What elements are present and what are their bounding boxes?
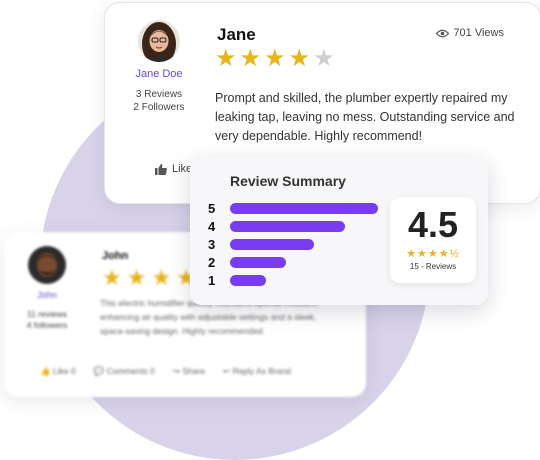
summary-title: Review Summary (230, 173, 346, 189)
eye-icon (436, 29, 450, 37)
follower-count: 2 Followers (133, 102, 185, 113)
rating-bar (230, 274, 266, 286)
rating-bar (230, 220, 345, 232)
review-title: John (102, 250, 129, 262)
like-button[interactable]: Like (155, 163, 192, 175)
rating-row-5: 5 (208, 199, 378, 217)
star-rating: ★ ★ ★ ★ ★ (215, 47, 335, 71)
rating-row-2: 2 (208, 253, 378, 271)
star-icon: ★ (239, 45, 262, 72)
rating-bar (230, 202, 378, 214)
avatar[interactable] (28, 246, 66, 284)
rating-label: 4 (208, 218, 216, 234)
view-count: 701 Views (436, 27, 504, 39)
follower-count: 4 followers (26, 320, 68, 330)
rating-bar (230, 238, 314, 250)
star-icon: ★ (151, 265, 172, 290)
reviewer-stats: 3 Reviews 2 Followers (115, 88, 203, 114)
star-icon: ★ (288, 45, 311, 72)
review-total: 15 - Reviews (409, 262, 457, 271)
rating-row-4: 4 (208, 217, 378, 235)
rating-label: 3 (208, 236, 216, 252)
review-actions: 👍 Like 0 💬 Comments 0 ↪ Share ↩ Reply As… (40, 366, 291, 377)
average-rating-box: 4.5 ★★★★½ 15 - Reviews (390, 197, 476, 283)
average-rating: 4.5 (407, 204, 459, 245)
rating-row-3: 3 (208, 235, 378, 253)
review-title: Jane (217, 25, 256, 44)
rating-row-1: 1 (208, 271, 378, 289)
rating-distribution: 5 4 3 2 1 (208, 199, 378, 289)
reviewer-name[interactable]: Jane Doe (115, 68, 203, 80)
thumbs-up-icon (155, 163, 167, 175)
reviewer-stats: 11 reviews 4 followers (4, 309, 90, 331)
review-count: 11 reviews (27, 309, 67, 319)
review-text: Prompt and skilled, the plumber expertly… (215, 91, 515, 143)
review-count: 3 Reviews (135, 89, 183, 100)
star-icon: ★ (264, 45, 286, 72)
rating-label: 1 (208, 272, 216, 288)
share-button[interactable]: ↪ Share (173, 366, 205, 377)
avatar[interactable] (138, 20, 180, 62)
star-icon: ★ (126, 265, 147, 290)
star-icon: ★ (102, 265, 122, 290)
review-summary-panel: Review Summary 5 4 3 2 1 4.5 ★★★★½ 15 - Revi… (190, 157, 488, 305)
reply-as-brand-button[interactable]: ↩ Reply As Brand (223, 366, 291, 377)
rating-bar (230, 256, 286, 268)
views-label: 701 Views (453, 27, 504, 39)
average-star-icons: ★★★★½ (406, 248, 460, 260)
reviewer-name[interactable]: John (4, 290, 90, 300)
rating-label: 2 (208, 254, 216, 270)
star-empty-icon: ★ (313, 45, 335, 72)
like-button[interactable]: 👍 Like 0 (40, 366, 76, 377)
rating-label: 5 (208, 200, 216, 216)
comments-button[interactable]: 💬 Comments 0 (94, 366, 155, 377)
star-icon: ★ (215, 45, 237, 72)
